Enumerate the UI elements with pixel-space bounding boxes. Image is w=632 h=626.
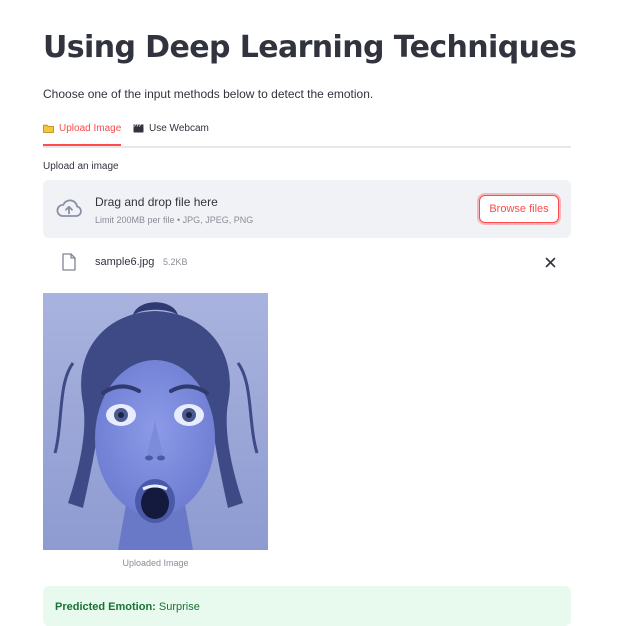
file-name: sample6.jpg [95,256,155,268]
prediction-value: Surprise [158,601,200,613]
clapperboard-icon [133,124,144,133]
uploaded-file-row: sample6.jpg 5.2KB [43,250,571,276]
dropzone-limit: Limit 200MB per file • JPG, JPEG, PNG [95,215,254,225]
tab-use-webcam[interactable]: Use Webcam [133,123,209,134]
image-caption: Uploaded Image [122,558,189,568]
file-dropzone[interactable]: Drag and drop file here Limit 200MB per … [43,180,571,238]
prediction-alert: Predicted Emotion: Surprise [43,586,571,626]
tab-use-webcam-label: Use Webcam [149,123,209,134]
uploaded-image [43,293,268,550]
folder-icon [43,124,54,133]
tab-upload-image[interactable]: Upload Image [43,123,122,146]
uploader-label: Upload an image [43,161,119,172]
tab-upload-image-label: Upload Image [59,123,122,134]
prediction-label: Predicted Emotion: [55,601,156,613]
dropzone-instruction: Drag and drop file here [95,195,218,209]
tab-bar: Upload Image Use Webcam [43,120,571,148]
file-size: 5.2KB [163,257,188,267]
browse-files-button[interactable]: Browse files [479,195,559,223]
prediction-text: Predicted Emotion: Surprise [55,601,200,613]
close-icon[interactable] [545,257,556,268]
cloud-upload-icon [56,199,82,217]
page-title: Using Deep Learning Techniques [43,30,577,65]
file-icon [62,253,76,271]
page-subtitle: Choose one of the input methods below to… [43,87,374,101]
